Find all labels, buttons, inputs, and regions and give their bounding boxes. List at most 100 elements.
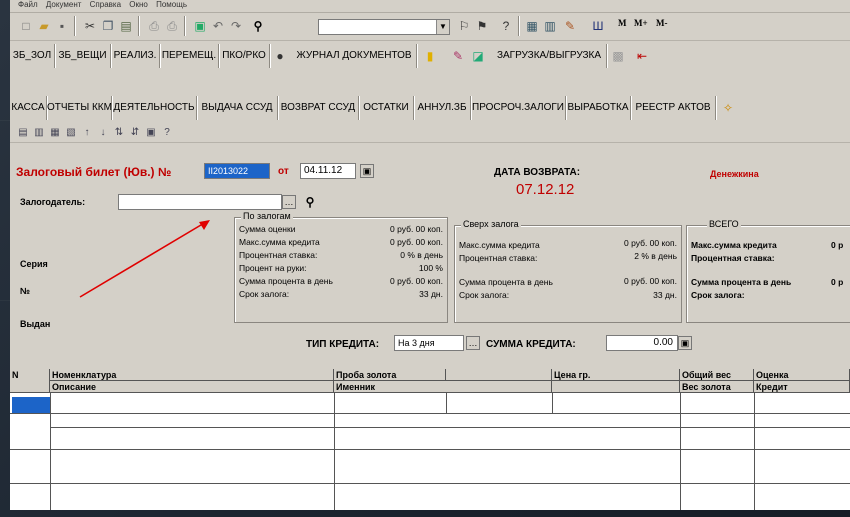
nav-document-journal[interactable]: ЖУРНАЛ ДОКУМЕНТОВ bbox=[292, 44, 417, 68]
delete-row-icon[interactable]: ▥ bbox=[32, 126, 46, 140]
menu-reference[interactable]: Справка bbox=[90, 0, 121, 9]
tab-overdue-pledges[interactable]: ПРОСРОЧ.ЗАЛОГИ bbox=[471, 96, 566, 120]
ticket-title: Залоговый билет (Юв.) № bbox=[16, 165, 172, 179]
pledges-value-0: 0 руб. 00 коп. bbox=[390, 224, 443, 234]
tab-activity[interactable]: ДЕЯТЕЛЬНОСТЬ bbox=[112, 96, 197, 120]
exit-icon[interactable]: ⇤ bbox=[634, 48, 650, 64]
pledger-lookup-button[interactable]: … bbox=[282, 195, 296, 209]
grid-icon[interactable]: ▩ bbox=[610, 48, 626, 64]
col-credit-header[interactable]: Кредит bbox=[754, 381, 850, 393]
credit-sum-calc-button[interactable]: ▣ bbox=[678, 336, 692, 350]
tab-output[interactable]: ВЫРАБОТКА bbox=[566, 96, 631, 120]
col-n-header[interactable]: N bbox=[10, 369, 50, 393]
grid-row-3[interactable] bbox=[10, 483, 850, 510]
calendar-button[interactable]: ▣ bbox=[360, 164, 374, 178]
col-description-header[interactable]: Описание bbox=[50, 381, 334, 393]
edit-icon[interactable]: ✎ bbox=[450, 48, 466, 64]
tab-acts-register[interactable]: РЕЕСТР АКТОВ bbox=[631, 96, 716, 120]
find-icon[interactable]: ⚐ bbox=[456, 18, 472, 34]
combo-dropdown-icon[interactable]: ▼ bbox=[436, 20, 449, 34]
main-tabs: КАССА ОТЧЕТЫ ККМ ДЕЯТЕЛЬНОСТЬ ВЫДАЧА ССУ… bbox=[10, 96, 850, 120]
binoculars-search-icon[interactable]: ⚲ bbox=[250, 18, 266, 34]
menu-help[interactable]: Помощь bbox=[156, 0, 187, 9]
redo-icon[interactable]: ↷ bbox=[228, 18, 244, 34]
search-combo[interactable]: ▼ bbox=[318, 19, 450, 35]
credit-sum-field[interactable]: 0.00 bbox=[606, 335, 678, 351]
calendar-icon[interactable]: ▣ bbox=[192, 18, 208, 34]
open-folder-icon[interactable]: ▰ bbox=[36, 18, 52, 34]
tab-balances[interactable]: ОСТАТКИ bbox=[359, 96, 414, 120]
insert-row-icon[interactable]: ▤ bbox=[16, 126, 30, 140]
tab-kkm-reports[interactable]: ОТЧЕТЫ ККМ bbox=[47, 96, 112, 120]
copy-row-icon[interactable]: ▦ bbox=[48, 126, 62, 140]
main-toolbar: □ ▰ ▪ ✂ ❐ ▤ ⎙ ⎙ ▣ ↶ ↷ ⚲ ▼ ⚐ ⚑ ? ▦ ▥ ✎ Ш … bbox=[10, 12, 850, 41]
print-icon[interactable]: ⎙ bbox=[146, 18, 162, 34]
menu-window[interactable]: Окно bbox=[129, 0, 148, 9]
find-next-icon[interactable]: ⚑ bbox=[474, 18, 490, 34]
date-field[interactable]: 04.11.12 bbox=[300, 163, 356, 179]
col-price-header[interactable]: Цена гр. bbox=[552, 369, 680, 381]
pledger-field[interactable] bbox=[118, 194, 282, 210]
book-icon[interactable]: Ш bbox=[590, 18, 606, 34]
col-nameplate-header[interactable]: Именник bbox=[334, 381, 552, 393]
nav-realization[interactable]: РЕАЛИЗ. bbox=[111, 44, 160, 68]
sort-desc-icon[interactable]: ⇵ bbox=[128, 126, 142, 140]
paste-row-icon[interactable]: ▧ bbox=[64, 126, 78, 140]
credit-type-lookup-button[interactable]: … bbox=[466, 336, 480, 350]
memory-button[interactable]: M bbox=[618, 18, 627, 28]
over-label-0: Макс.сумма кредита bbox=[459, 240, 540, 250]
selected-row-indicator[interactable] bbox=[12, 397, 50, 413]
tab-loan-issue[interactable]: ВЫДАЧА ССУД bbox=[197, 96, 278, 120]
table-icon[interactable]: ▥ bbox=[542, 18, 558, 34]
print-preview-icon[interactable]: ⎙ bbox=[164, 18, 180, 34]
nav-zb-things[interactable]: ЗБ_ВЕЩИ bbox=[55, 44, 111, 68]
grid-row-1[interactable] bbox=[50, 393, 850, 413]
group-by-pledges-title: По залогам bbox=[241, 211, 293, 221]
nav-pko-rko[interactable]: ПКО/РКО bbox=[219, 44, 270, 68]
over-value-2: 0 руб. 00 коп. bbox=[624, 276, 677, 286]
menu-document[interactable]: Документ bbox=[46, 0, 82, 9]
pencil-icon[interactable]: ▮ bbox=[422, 48, 438, 64]
tab-annul-zb[interactable]: АННУЛ.ЗБ bbox=[414, 96, 471, 120]
tab-cash[interactable]: КАССА bbox=[10, 96, 47, 120]
cut-icon[interactable]: ✂ bbox=[82, 18, 98, 34]
col-gold-weight-header[interactable]: Вес золота bbox=[680, 381, 754, 393]
move-up-icon[interactable]: ↑ bbox=[80, 126, 94, 140]
new-document-icon[interactable]: □ bbox=[18, 18, 34, 34]
nav-transfer[interactable]: ПЕРЕМЕЩ. bbox=[160, 44, 219, 68]
tools-icon[interactable]: ✎ bbox=[562, 18, 578, 34]
col-blank-header[interactable] bbox=[446, 369, 552, 381]
copy-icon[interactable]: ❐ bbox=[100, 18, 116, 34]
nav-zb-gold[interactable]: ЗБ_ЗОЛ bbox=[10, 44, 55, 68]
pledges-label-4: Сумма процента в день bbox=[239, 276, 333, 286]
sort-asc-icon[interactable]: ⇅ bbox=[112, 126, 126, 140]
calc-icon[interactable]: ▣ bbox=[144, 126, 158, 140]
binoculars-icon[interactable]: ⚲ bbox=[302, 194, 318, 210]
save-icon[interactable]: ▪ bbox=[54, 18, 70, 34]
memory-plus-button[interactable]: M+ bbox=[634, 18, 648, 28]
nav-load-unload[interactable]: ЗАГРУЗКА/ВЫГРУЗКА bbox=[492, 44, 607, 68]
paste-icon[interactable]: ▤ bbox=[118, 18, 134, 34]
tab-loan-return[interactable]: ВОЗВРАТ ССУД bbox=[278, 96, 359, 120]
help-question-icon[interactable]: ? bbox=[498, 18, 514, 34]
credit-type-field[interactable]: На 3 дня bbox=[394, 335, 464, 351]
ticket-number-field[interactable]: II2013022 bbox=[204, 163, 270, 179]
context-help-icon[interactable]: ? bbox=[160, 126, 174, 140]
undo-icon[interactable]: ↶ bbox=[210, 18, 226, 34]
col-total-weight-header[interactable]: Общий вес bbox=[680, 369, 754, 381]
memory-minus-button[interactable]: M- bbox=[656, 18, 668, 28]
wizard-icon[interactable]: ✧ bbox=[720, 100, 736, 116]
menu-file[interactable]: Файл bbox=[18, 0, 38, 9]
move-down-icon[interactable]: ↓ bbox=[96, 126, 110, 140]
col-valuation-header[interactable]: Оценка bbox=[754, 369, 850, 381]
pledges-value-5: 33 дн. bbox=[419, 289, 443, 299]
total-label-1: Процентная ставка: bbox=[691, 253, 775, 263]
col-blank2-header[interactable] bbox=[552, 381, 680, 393]
journal-icon[interactable]: ● bbox=[272, 48, 288, 64]
col-nomenclature-header[interactable]: Номенклатура bbox=[50, 369, 334, 381]
grid-row-2[interactable] bbox=[10, 449, 850, 483]
group-by-pledges: По залогам Сумма оценки 0 руб. 00 коп. М… bbox=[234, 211, 448, 323]
calculator-icon[interactable]: ▦ bbox=[524, 18, 540, 34]
upload-icon[interactable]: ◪ bbox=[470, 48, 486, 64]
col-gold-probe-header[interactable]: Проба золота bbox=[334, 369, 446, 381]
